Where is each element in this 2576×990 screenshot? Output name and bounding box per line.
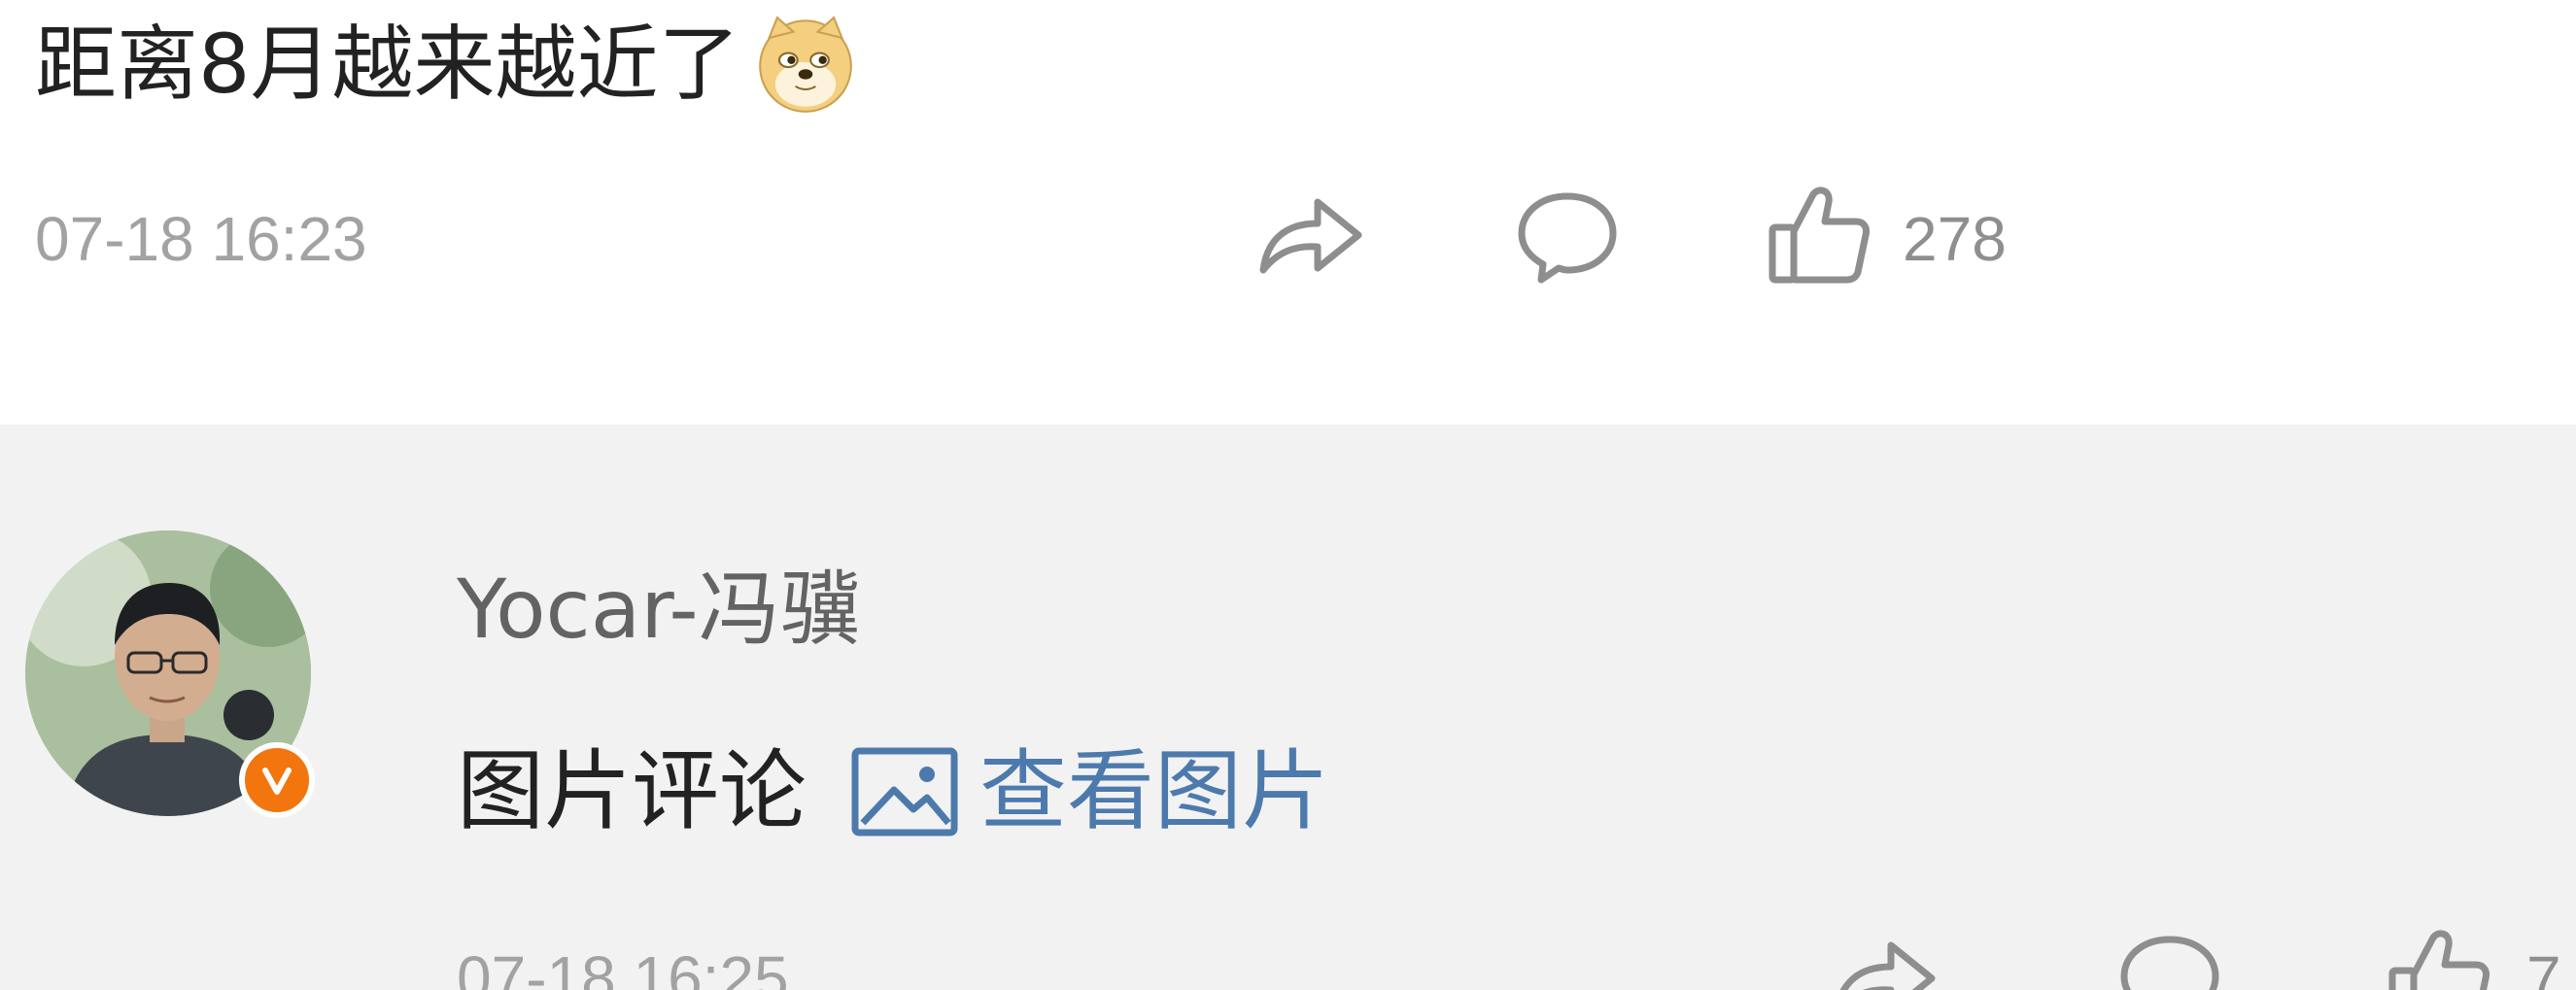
like-icon[interactable]: [1767, 183, 1870, 288]
post-like-count: 278: [1903, 204, 2007, 274]
comment-icon[interactable]: [1514, 187, 1621, 288]
avatar-container[interactable]: [25, 530, 315, 820]
view-picture-label[interactable]: 查看图片: [979, 729, 1329, 855]
comment-content: 图片评论 查看图片: [457, 729, 1329, 855]
comment-item: Yocar-冯骥 图片评论 查看图片 07-18 16:25 7: [0, 425, 2576, 990]
view-picture-link[interactable]: 查看图片: [849, 729, 1329, 855]
verified-badge: [239, 742, 315, 818]
post-text-row: 距离8月越来越近了: [35, 6, 856, 122]
comment-share-icon[interactable]: [1827, 928, 1941, 990]
comment-like-count: 7: [2526, 943, 2561, 990]
comment-timestamp: 07-18 16:25: [457, 943, 789, 990]
comment-username[interactable]: Yocar-冯骥: [457, 551, 862, 667]
post-item: 距离8月越来越近了 07-18 16:23 278: [0, 0, 2576, 425]
post-timestamp: 07-18 16:23: [35, 204, 367, 274]
verified-v-icon: [262, 768, 292, 795]
post-text: 距离8月越来越近了: [35, 17, 740, 112]
comment-reply-icon[interactable]: [2116, 930, 2223, 990]
picture-icon: [851, 747, 958, 836]
doge-emoji-icon: [759, 16, 853, 113]
share-icon[interactable]: [1254, 185, 1368, 282]
comment-like-icon[interactable]: [2387, 926, 2490, 990]
comment-text: 图片评论: [457, 740, 807, 842]
